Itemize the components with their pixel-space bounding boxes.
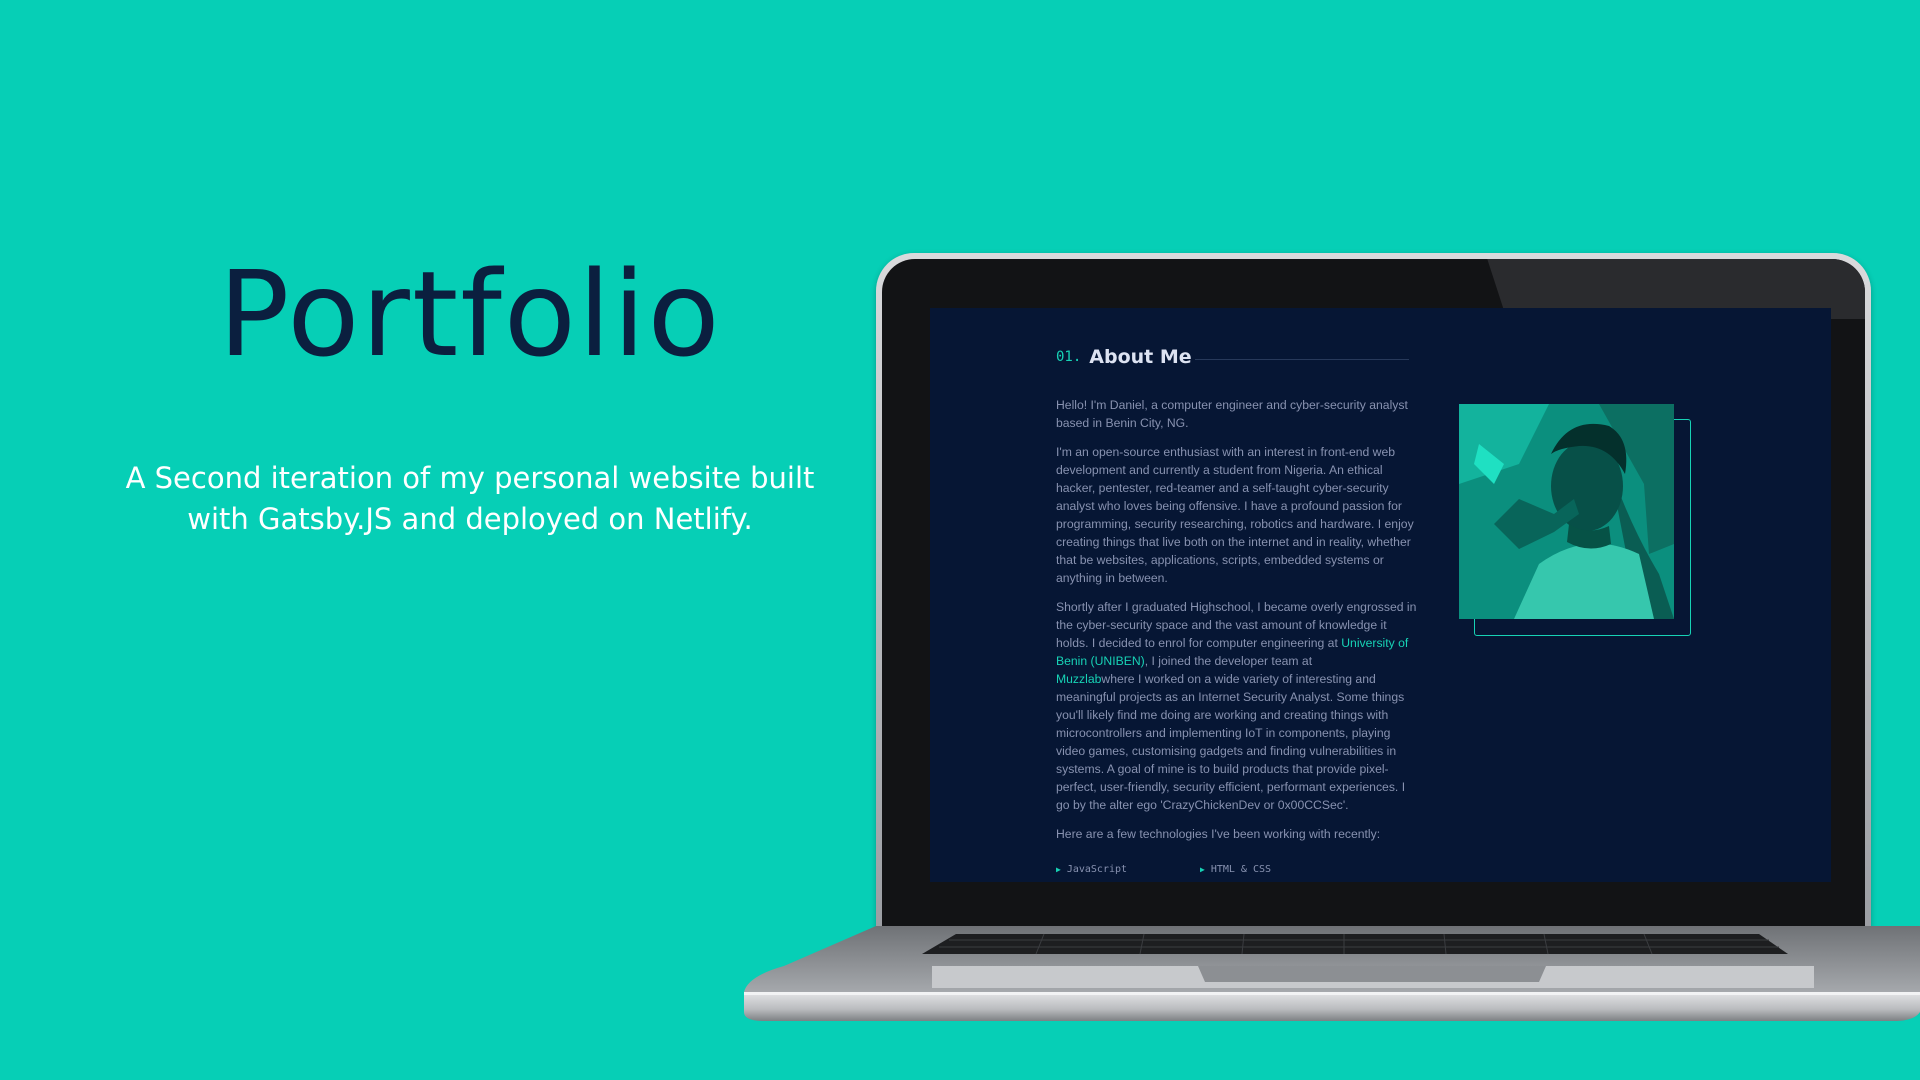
- laptop-base: [744, 926, 1920, 1021]
- section-title: About Me: [1089, 346, 1192, 368]
- technology-label: JavaScript: [1066, 864, 1128, 875]
- laptop-bezel: 01. About Me Hello! I'm Daniel, a comput…: [882, 259, 1865, 928]
- paragraph-3-end: where I worked on a wide variety of inte…: [1056, 672, 1406, 812]
- section-heading: 01. About Me: [1056, 346, 1192, 368]
- website-screen: 01. About Me Hello! I'm Daniel, a comput…: [930, 308, 1831, 882]
- profile-photo-image: [1459, 404, 1674, 619]
- subtitle-line-2: with Gatsby.JS and deployed on Netlify.: [187, 501, 753, 536]
- muzzlab-link[interactable]: Muzzlab: [1056, 672, 1101, 686]
- triangle-right-icon: ▶: [1200, 865, 1205, 874]
- about-paragraph-3: Shortly after I graduated Highschool, I …: [1056, 598, 1421, 814]
- about-paragraph-2: I'm an open-source enthusiast with an in…: [1056, 445, 1414, 585]
- about-text: Hello! I'm Daniel, a computer engineer a…: [1056, 396, 1421, 854]
- page-title: Portfolio: [218, 245, 722, 383]
- slide: Portfolio A Second iteration of my perso…: [0, 0, 1920, 1080]
- technology-item: ▶ HTML & CSS: [1200, 864, 1344, 875]
- section-divider: [1195, 359, 1409, 360]
- paragraph-3-mid: , I joined the developer team at: [1144, 654, 1313, 668]
- triangle-right-icon: ▶: [1056, 865, 1061, 874]
- profile-photo[interactable]: [1459, 404, 1674, 619]
- page-subtitle: A Second iteration of my personal websit…: [120, 458, 820, 540]
- technology-list: ▶ JavaScript ▶ HTML & CSS: [1056, 864, 1344, 875]
- about-paragraph-4: Here are a few technologies I've been wo…: [1056, 827, 1381, 841]
- section-number: 01.: [1056, 349, 1082, 365]
- technology-item: ▶ JavaScript: [1056, 864, 1200, 875]
- hero: Portfolio A Second iteration of my perso…: [120, 245, 820, 540]
- about-paragraph-1: Hello! I'm Daniel, a computer engineer a…: [1056, 398, 1408, 430]
- technology-label: HTML & CSS: [1210, 864, 1272, 875]
- laptop-lid: 01. About Me Hello! I'm Daniel, a comput…: [876, 253, 1871, 928]
- subtitle-line-1: A Second iteration of my personal websit…: [125, 460, 815, 495]
